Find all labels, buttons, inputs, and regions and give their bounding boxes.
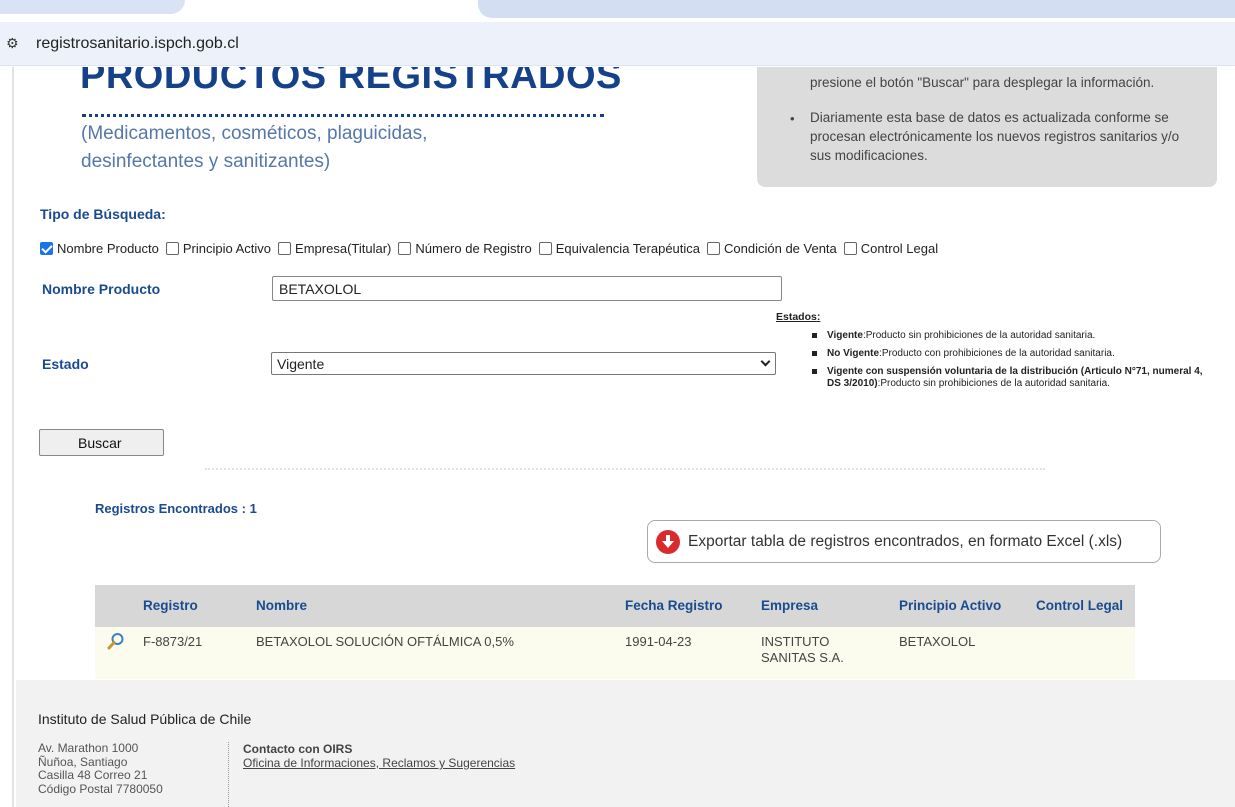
footer-address: Av. Marathon 1000 Ñuñoa, Santiago Casill… xyxy=(38,741,163,796)
section-divider xyxy=(205,468,1045,470)
column-header-control[interactable]: Control Legal xyxy=(1036,598,1123,613)
address-line: Casilla 48 Correo 21 xyxy=(38,768,148,782)
column-header-fecha[interactable]: Fecha Registro xyxy=(625,598,723,613)
address-line: Av. Marathon 1000 xyxy=(38,741,139,755)
option-control-legal[interactable]: Control Legal xyxy=(843,241,939,256)
estado-item: Vigente:Producto sin prohibiciones de la… xyxy=(776,330,1216,342)
checkbox-icon[interactable] xyxy=(165,242,179,255)
estados-legend: Estados: Vigente:Producto sin prohibicio… xyxy=(776,311,1216,396)
cell-registro[interactable]: F-8873/21 xyxy=(143,634,202,650)
page-title: PRODUCTOS REGISTRADOS xyxy=(80,67,622,97)
bullet-icon: • xyxy=(790,111,795,126)
estado-select[interactable]: Vigente xyxy=(271,352,776,375)
checkbox-icon[interactable] xyxy=(843,242,857,255)
info-bullet-text: Diariamente esta base de datos es actual… xyxy=(810,110,1180,163)
site-info-icon[interactable]: ⚙ xyxy=(6,36,19,52)
column-header-empresa[interactable]: Empresa xyxy=(761,598,818,613)
info-panel: presione el botón "Buscar" para desplega… xyxy=(757,67,1217,187)
cell-fecha: 1991-04-23 xyxy=(625,634,692,649)
checkbox-icon[interactable] xyxy=(707,242,721,255)
address-bar[interactable]: ⚙ registrosanitario.ispch.gob.cl xyxy=(0,22,1235,66)
option-label: Control Legal xyxy=(860,241,939,256)
checkbox-icon[interactable] xyxy=(398,242,412,255)
search-type-label: Tipo de Búsqueda: xyxy=(40,206,166,222)
cell-principio: BETAXOLOL xyxy=(899,634,976,649)
magnifier-icon[interactable] xyxy=(107,632,125,650)
estado-label: Estado xyxy=(42,356,89,372)
estado-selected-value: Vigente xyxy=(277,356,325,372)
buscar-button[interactable]: Buscar xyxy=(39,429,164,456)
estado-desc: :Producto sin prohibiciones de la autori… xyxy=(877,378,1110,389)
estado-term: Vigente xyxy=(827,330,863,341)
option-nombre-producto[interactable]: Nombre Producto xyxy=(40,241,159,256)
column-header-registro[interactable]: Registro xyxy=(143,598,198,613)
option-condicion-venta[interactable]: Condición de Venta xyxy=(707,241,837,256)
nombre-producto-input[interactable] xyxy=(272,276,782,301)
results-table-header: Registro Nombre Fecha Registro Empresa P… xyxy=(95,585,1135,627)
estado-item: No Vigente:Producto con prohibiciones de… xyxy=(776,348,1216,360)
option-equivalencia[interactable]: Equivalencia Terapéutica xyxy=(538,241,701,256)
banner: PRODUCTOS REGISTRADOS (Medicamentos, cos… xyxy=(25,67,750,187)
url-text[interactable]: registrosanitario.ispch.gob.cl xyxy=(36,35,239,53)
option-label: Condición de Venta xyxy=(724,241,837,256)
chevron-down-icon xyxy=(760,356,771,367)
footer-divider xyxy=(228,742,229,807)
empresa-line2: SANITAS S.A. xyxy=(761,650,844,665)
checkbox-icon[interactable] xyxy=(538,242,552,255)
address-line: Ñuñoa, Santiago xyxy=(38,754,128,769)
column-header-principio[interactable]: Principio Activo xyxy=(899,598,1001,613)
browser-tabstrip xyxy=(0,0,1235,22)
option-principio-activo[interactable]: Principio Activo xyxy=(165,241,272,256)
column-header-nombre[interactable]: Nombre xyxy=(256,598,307,613)
download-arrow-icon xyxy=(656,529,680,554)
oirs-link[interactable]: Oficina de Informaciones, Reclamos y Sug… xyxy=(243,756,515,770)
page-content: PRODUCTOS REGISTRADOS (Medicamentos, cos… xyxy=(0,67,1235,807)
browser-tab-active[interactable] xyxy=(478,0,1235,18)
checkbox-checked-icon[interactable] xyxy=(40,242,53,255)
address-line: Código Postal 7780050 xyxy=(38,781,163,796)
estado-desc: :Producto con prohibiciones de la autori… xyxy=(879,348,1115,359)
option-numero-registro[interactable]: Número de Registro xyxy=(398,241,532,256)
option-empresa[interactable]: Empresa(Titular) xyxy=(278,241,391,256)
empresa-line1: INSTITUTO xyxy=(761,634,830,649)
estado-desc: :Producto sin prohibiciones de la autori… xyxy=(862,330,1096,341)
option-label: Empresa(Titular) xyxy=(295,241,392,256)
nombre-producto-label: Nombre Producto xyxy=(42,281,161,297)
footer-title: Instituto de Salud Pública de Chile xyxy=(38,711,252,727)
estados-title: Estados: xyxy=(776,311,821,323)
cell-nombre: BETAXOLOL SOLUCIÓN OFTÁLMICA 0,5% xyxy=(256,634,514,649)
export-excel-button[interactable]: Exportar tabla de registros encontrados,… xyxy=(647,520,1161,563)
browser-tab[interactable] xyxy=(0,0,185,14)
contact-title: Contacto con OIRS xyxy=(243,742,353,756)
footer: Instituto de Salud Pública de Chile Av. … xyxy=(16,680,1235,807)
search-type-options: Nombre Producto Principio Activo Empresa… xyxy=(40,241,945,256)
cell-empresa: INSTITUTO SANITAS S.A. xyxy=(761,634,844,666)
title-divider xyxy=(82,114,604,117)
option-label: Número de Registro xyxy=(415,241,532,256)
option-label: Nombre Producto xyxy=(57,241,159,256)
banner-subtitle: (Medicamentos, cosméticos, plaguicidas, xyxy=(81,123,428,144)
results-count: Registros Encontrados : 1 xyxy=(95,501,257,516)
table-row: F-8873/21 BETAXOLOL SOLUCIÓN OFTÁLMICA 0… xyxy=(95,627,1135,679)
estado-item: Vigente con suspensión voluntaria de la … xyxy=(776,366,1216,390)
export-label: Exportar tabla de registros encontrados,… xyxy=(688,532,1123,550)
banner-subtitle-line2: desinfectantes y sanitizantes) xyxy=(81,151,331,172)
option-label: Equivalencia Terapéutica xyxy=(555,241,701,256)
option-label: Principio Activo xyxy=(182,241,272,256)
estado-term: No Vigente xyxy=(827,348,880,359)
checkbox-icon[interactable] xyxy=(278,242,292,255)
page-left-border xyxy=(12,67,14,807)
info-text: presione el botón "Buscar" para desplega… xyxy=(810,75,1155,90)
